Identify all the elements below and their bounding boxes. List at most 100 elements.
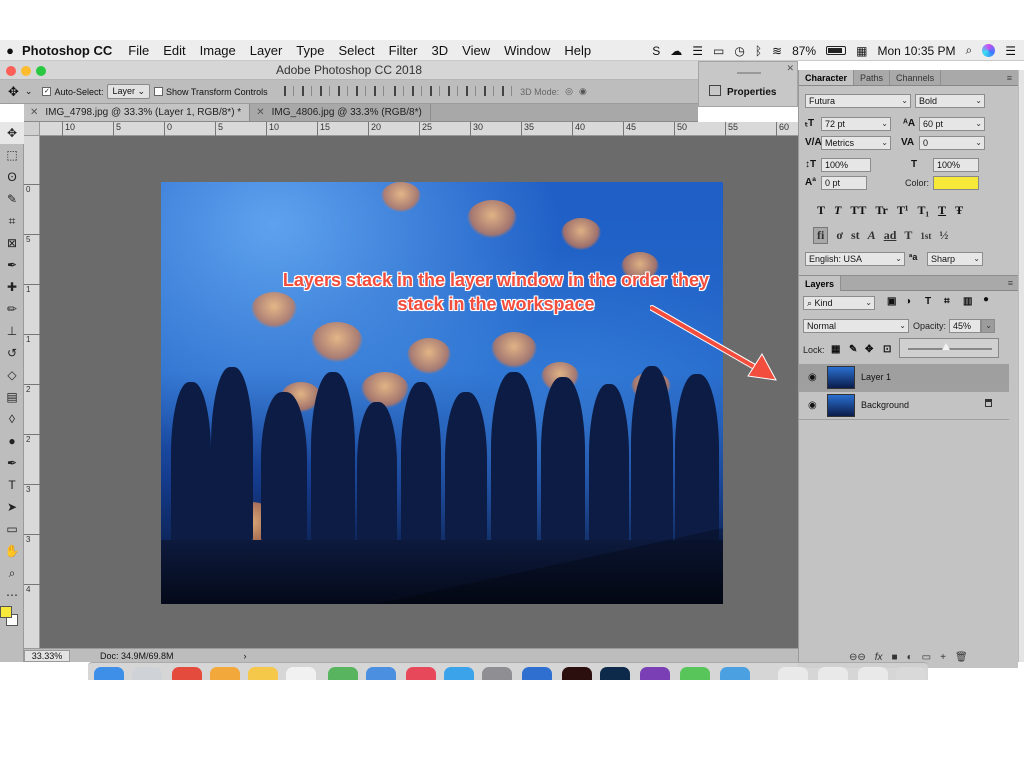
opacity-slider-knob[interactable] xyxy=(941,343,950,350)
more-tools-icon[interactable]: ⋯ xyxy=(0,584,24,606)
properties-panel-collapsed[interactable]: ✕ Properties xyxy=(698,61,798,107)
pen-tool-icon[interactable]: ✒ xyxy=(0,452,24,474)
ruler-origin[interactable] xyxy=(24,122,40,136)
system-preferences-icon[interactable] xyxy=(482,667,512,680)
align-left-icon[interactable] xyxy=(337,85,348,96)
antialias-select[interactable]: Sharp ⌄ xyxy=(927,252,983,266)
history-brush-tool-icon[interactable]: ↺ xyxy=(0,342,24,364)
quick-select-tool-icon[interactable]: ✎ xyxy=(0,188,24,210)
keynote-icon[interactable] xyxy=(366,667,396,680)
text-edit-icon[interactable] xyxy=(286,667,316,680)
baseline-shift-field[interactable]: 0 pt xyxy=(821,176,867,190)
frame-tool-icon[interactable]: ⊠ xyxy=(0,232,24,254)
stylistic-alternates-button[interactable]: ad xyxy=(884,228,897,243)
path-select-tool-icon[interactable]: ➤ xyxy=(0,496,24,518)
strikethrough-button[interactable]: Ŧ xyxy=(955,203,963,218)
layer-row-layer-1[interactable]: ◉ Layer 1 xyxy=(799,364,1009,392)
zoom-window-button[interactable] xyxy=(36,66,46,76)
roll-3d-icon[interactable]: ◉ xyxy=(579,86,587,97)
leading-field[interactable]: 60 pt ⌄ xyxy=(919,117,985,131)
layer-row-background[interactable]: ◉ Background xyxy=(799,392,1009,420)
fractions-button[interactable]: ½ xyxy=(939,228,948,243)
menu-filter[interactable]: Filter xyxy=(389,43,418,58)
layer-name[interactable]: Layer 1 xyxy=(861,372,891,382)
marquee-tool-icon[interactable]: ⬚ xyxy=(0,144,24,166)
panel-scroll-edge[interactable] xyxy=(1018,70,1024,662)
filter-type-icon[interactable]: T xyxy=(925,296,931,307)
type-tool-icon[interactable]: T xyxy=(0,474,24,496)
clone-stamp-tool-icon[interactable]: ⊥ xyxy=(0,320,24,342)
tab-channels[interactable]: Channels xyxy=(890,70,942,85)
language-select[interactable]: English: USA ⌄ xyxy=(805,252,905,266)
horizontal-ruler[interactable]: 10 5 0 5 10 15 20 25 30 35 40 45 50 55 60 xyxy=(40,122,798,136)
close-panel-icon[interactable]: ✕ xyxy=(786,63,794,74)
stack-icon[interactable]: ☰ xyxy=(692,44,703,58)
swash-button[interactable]: A xyxy=(868,228,876,243)
status-menu-arrow-icon[interactable]: › xyxy=(244,651,247,661)
align-bottom-icon[interactable] xyxy=(319,85,330,96)
brush-tool-icon[interactable]: ✏ xyxy=(0,298,24,320)
auto-select-checkbox[interactable]: ✓ xyxy=(42,87,52,96)
opacity-field[interactable]: 45% xyxy=(949,319,981,333)
numbers-icon[interactable] xyxy=(328,667,358,680)
document-icon[interactable] xyxy=(818,667,848,680)
tool-preset-dropdown[interactable]: ⌄ xyxy=(25,86,33,97)
move-tool-icon[interactable]: ✥ xyxy=(8,84,19,100)
photoshop-icon[interactable] xyxy=(600,667,630,680)
distribute-right-icon[interactable] xyxy=(484,85,495,96)
visibility-eye-icon[interactable]: ◉ xyxy=(808,400,817,411)
eyedropper-tool-icon[interactable]: ✒ xyxy=(0,254,24,276)
visibility-eye-icon[interactable]: ◉ xyxy=(808,372,817,383)
apple-icon[interactable]: ● xyxy=(0,43,20,58)
tab-character[interactable]: Character xyxy=(799,70,855,85)
titling-alternates-button[interactable]: T xyxy=(904,228,912,243)
horizontal-scale-field[interactable]: 100% xyxy=(933,158,979,172)
document-icon[interactable] xyxy=(858,667,888,680)
battery-percent[interactable]: 87% xyxy=(792,44,816,58)
zoom-level-field[interactable]: 33.33% xyxy=(24,649,70,662)
trash-icon[interactable] xyxy=(896,667,926,680)
distribute-vcenter-icon[interactable] xyxy=(412,85,423,96)
opacity-slider-popup[interactable] xyxy=(899,338,999,358)
tab-paths[interactable]: Paths xyxy=(854,70,891,85)
spotlight-icon[interactable]: ⌕ xyxy=(966,43,973,58)
menu-window[interactable]: Window xyxy=(504,43,550,58)
tracking-field[interactable]: 0 ⌄ xyxy=(919,136,985,150)
distribute-left-icon[interactable] xyxy=(448,85,459,96)
crop-tool-icon[interactable]: ⌗ xyxy=(0,210,24,232)
panel-menu-icon[interactable]: ≡ xyxy=(1008,278,1013,288)
keynote-2-icon[interactable] xyxy=(522,667,552,680)
filter-shape-icon[interactable]: ⌗ xyxy=(944,296,950,307)
canvas-workspace[interactable]: Layers stack in the layer window in the … xyxy=(40,136,798,648)
menu-help[interactable]: Help xyxy=(564,43,591,58)
filter-pixel-icon[interactable]: ▣ xyxy=(887,296,896,307)
layer-name[interactable]: Background xyxy=(861,400,909,410)
menu-view[interactable]: View xyxy=(462,43,490,58)
align-right-icon[interactable] xyxy=(373,85,384,96)
filter-smart-object-icon[interactable]: ▥ xyxy=(963,296,972,307)
cloud-icon[interactable]: ☁ xyxy=(670,44,682,58)
font-style-select[interactable]: Bold ⌄ xyxy=(915,94,985,108)
document-image[interactable] xyxy=(161,182,723,604)
ordinals-button[interactable]: 1st xyxy=(920,231,931,241)
filter-toggle-icon[interactable]: ● xyxy=(983,294,989,305)
close-window-button[interactable] xyxy=(6,66,16,76)
menu-type[interactable]: Type xyxy=(296,43,324,58)
align-hcenter-icon[interactable] xyxy=(355,85,366,96)
utility-icon[interactable] xyxy=(720,667,750,680)
rectangle-tool-icon[interactable]: ▭ xyxy=(0,518,24,540)
faux-italic-button[interactable]: T xyxy=(834,203,841,218)
vertical-ruler[interactable]: 0 5 1 1 2 2 3 3 4 xyxy=(24,136,40,648)
menu-image[interactable]: Image xyxy=(200,43,236,58)
distribute-top-icon[interactable] xyxy=(394,85,405,96)
small-caps-button[interactable]: Tr xyxy=(875,203,887,218)
menu-select[interactable]: Select xyxy=(338,43,374,58)
lock-pixels-icon[interactable]: ✎ xyxy=(849,344,857,355)
app-menu[interactable]: Photoshop CC xyxy=(22,43,112,58)
bluetooth-icon[interactable]: ᛒ xyxy=(755,44,762,58)
ligatures-button[interactable]: fi xyxy=(813,227,829,244)
layer-filter-select[interactable]: ⌕ Kind ⌄ xyxy=(803,296,875,310)
superscript-button[interactable]: T¹ xyxy=(897,203,909,218)
new-layer-icon[interactable]: + xyxy=(940,652,946,663)
launchpad-icon[interactable] xyxy=(132,667,162,680)
